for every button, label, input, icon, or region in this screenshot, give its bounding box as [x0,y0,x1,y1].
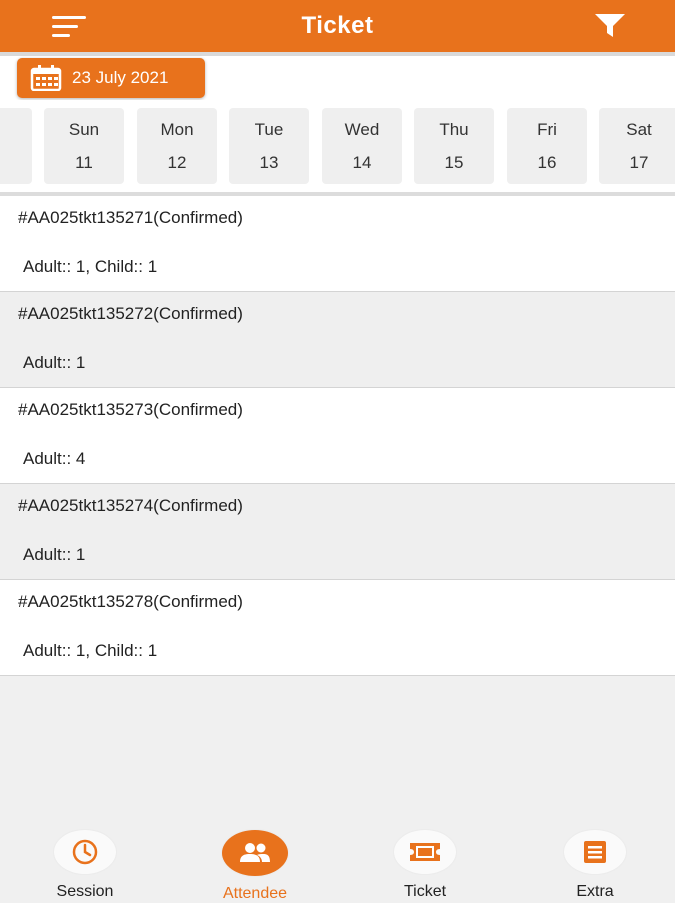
filter-icon[interactable] [592,11,628,41]
ticket-list: #AA025tkt135271(Confirmed) Adult:: 1, Ch… [0,196,675,676]
day-name: Tue [254,120,284,139]
nav-attendee[interactable]: Attendee [190,830,320,902]
ticket-row[interactable]: #AA025tkt135272(Confirmed) Adult:: 1 [0,292,675,388]
page-title: Ticket [301,12,374,39]
ticket-row[interactable]: #AA025tkt135273(Confirmed) Adult:: 4 [0,388,675,484]
people-icon [222,830,288,876]
day-number: 12 [167,153,187,172]
day-item-wed[interactable]: Wed 14 [322,108,402,184]
bottom-navigation: Session Attendee Ticket Extra [0,820,675,902]
nav-label: Extra [576,883,614,900]
day-item-thu[interactable]: Thu 15 [414,108,494,184]
date-row: 23 July 2021 [0,56,675,100]
ticket-attendee-count: Adult:: 1 [23,545,86,564]
day-name: Thu [439,120,469,139]
day-name: Fri [537,120,557,139]
calendar-icon [30,65,62,96]
selected-date-label: 23 July 2021 [72,68,169,87]
ticket-icon [394,830,456,874]
ticket-attendee-count: Adult:: 1 [23,353,86,372]
day-item-fri[interactable]: Fri 16 [507,108,587,184]
nav-label: Session [56,883,114,900]
nav-label: Attendee [222,885,288,902]
date-picker-button[interactable]: 23 July 2021 [17,58,205,98]
ticket-attendee-count: Adult:: 1, Child:: 1 [23,257,158,276]
ticket-attendee-count: Adult:: 1, Child:: 1 [23,641,158,660]
nav-ticket[interactable]: Ticket [360,830,490,900]
ticket-id: #AA025tkt135278(Confirmed) [18,592,243,611]
ticket-row[interactable]: #AA025tkt135274(Confirmed) Adult:: 1 [0,484,675,580]
day-number: 14 [352,153,372,172]
day-item-sat[interactable]: Sat 17 [599,108,675,184]
day-item-mon[interactable]: Mon 12 [137,108,217,184]
ticket-row[interactable]: #AA025tkt135278(Confirmed) Adult:: 1, Ch… [0,580,675,676]
ticket-id: #AA025tkt135273(Confirmed) [18,400,243,419]
ticket-id: #AA025tkt135271(Confirmed) [18,208,243,227]
nav-label: Ticket [403,883,447,900]
day-number: 16 [537,153,557,172]
day-number: 17 [629,153,649,172]
day-name: Sun [68,120,100,139]
nav-extra[interactable]: Extra [530,830,660,900]
nav-session[interactable]: Session [20,830,150,900]
ticket-attendee-count: Adult:: 4 [23,449,86,468]
day-item-sun[interactable]: Sun 11 [44,108,124,184]
day-number: 11 [75,153,93,172]
ticket-row[interactable]: #AA025tkt135271(Confirmed) Adult:: 1, Ch… [0,196,675,292]
week-selector: Sun 11 Mon 12 Tue 13 Wed 14 Thu 15 Fri 1… [0,100,675,196]
day-name: Mon [160,120,194,139]
ticket-id: #AA025tkt135272(Confirmed) [18,304,243,323]
clock-icon [54,830,116,874]
day-item-previous[interactable] [0,108,32,184]
day-name: Sat [626,120,652,139]
day-item-tue[interactable]: Tue 13 [229,108,309,184]
day-number: 15 [444,153,464,172]
list-icon [564,830,626,874]
app-header: Ticket [0,0,675,56]
day-name: Wed [344,120,380,139]
day-number: 13 [259,153,279,172]
ticket-id: #AA025tkt135274(Confirmed) [18,496,243,515]
